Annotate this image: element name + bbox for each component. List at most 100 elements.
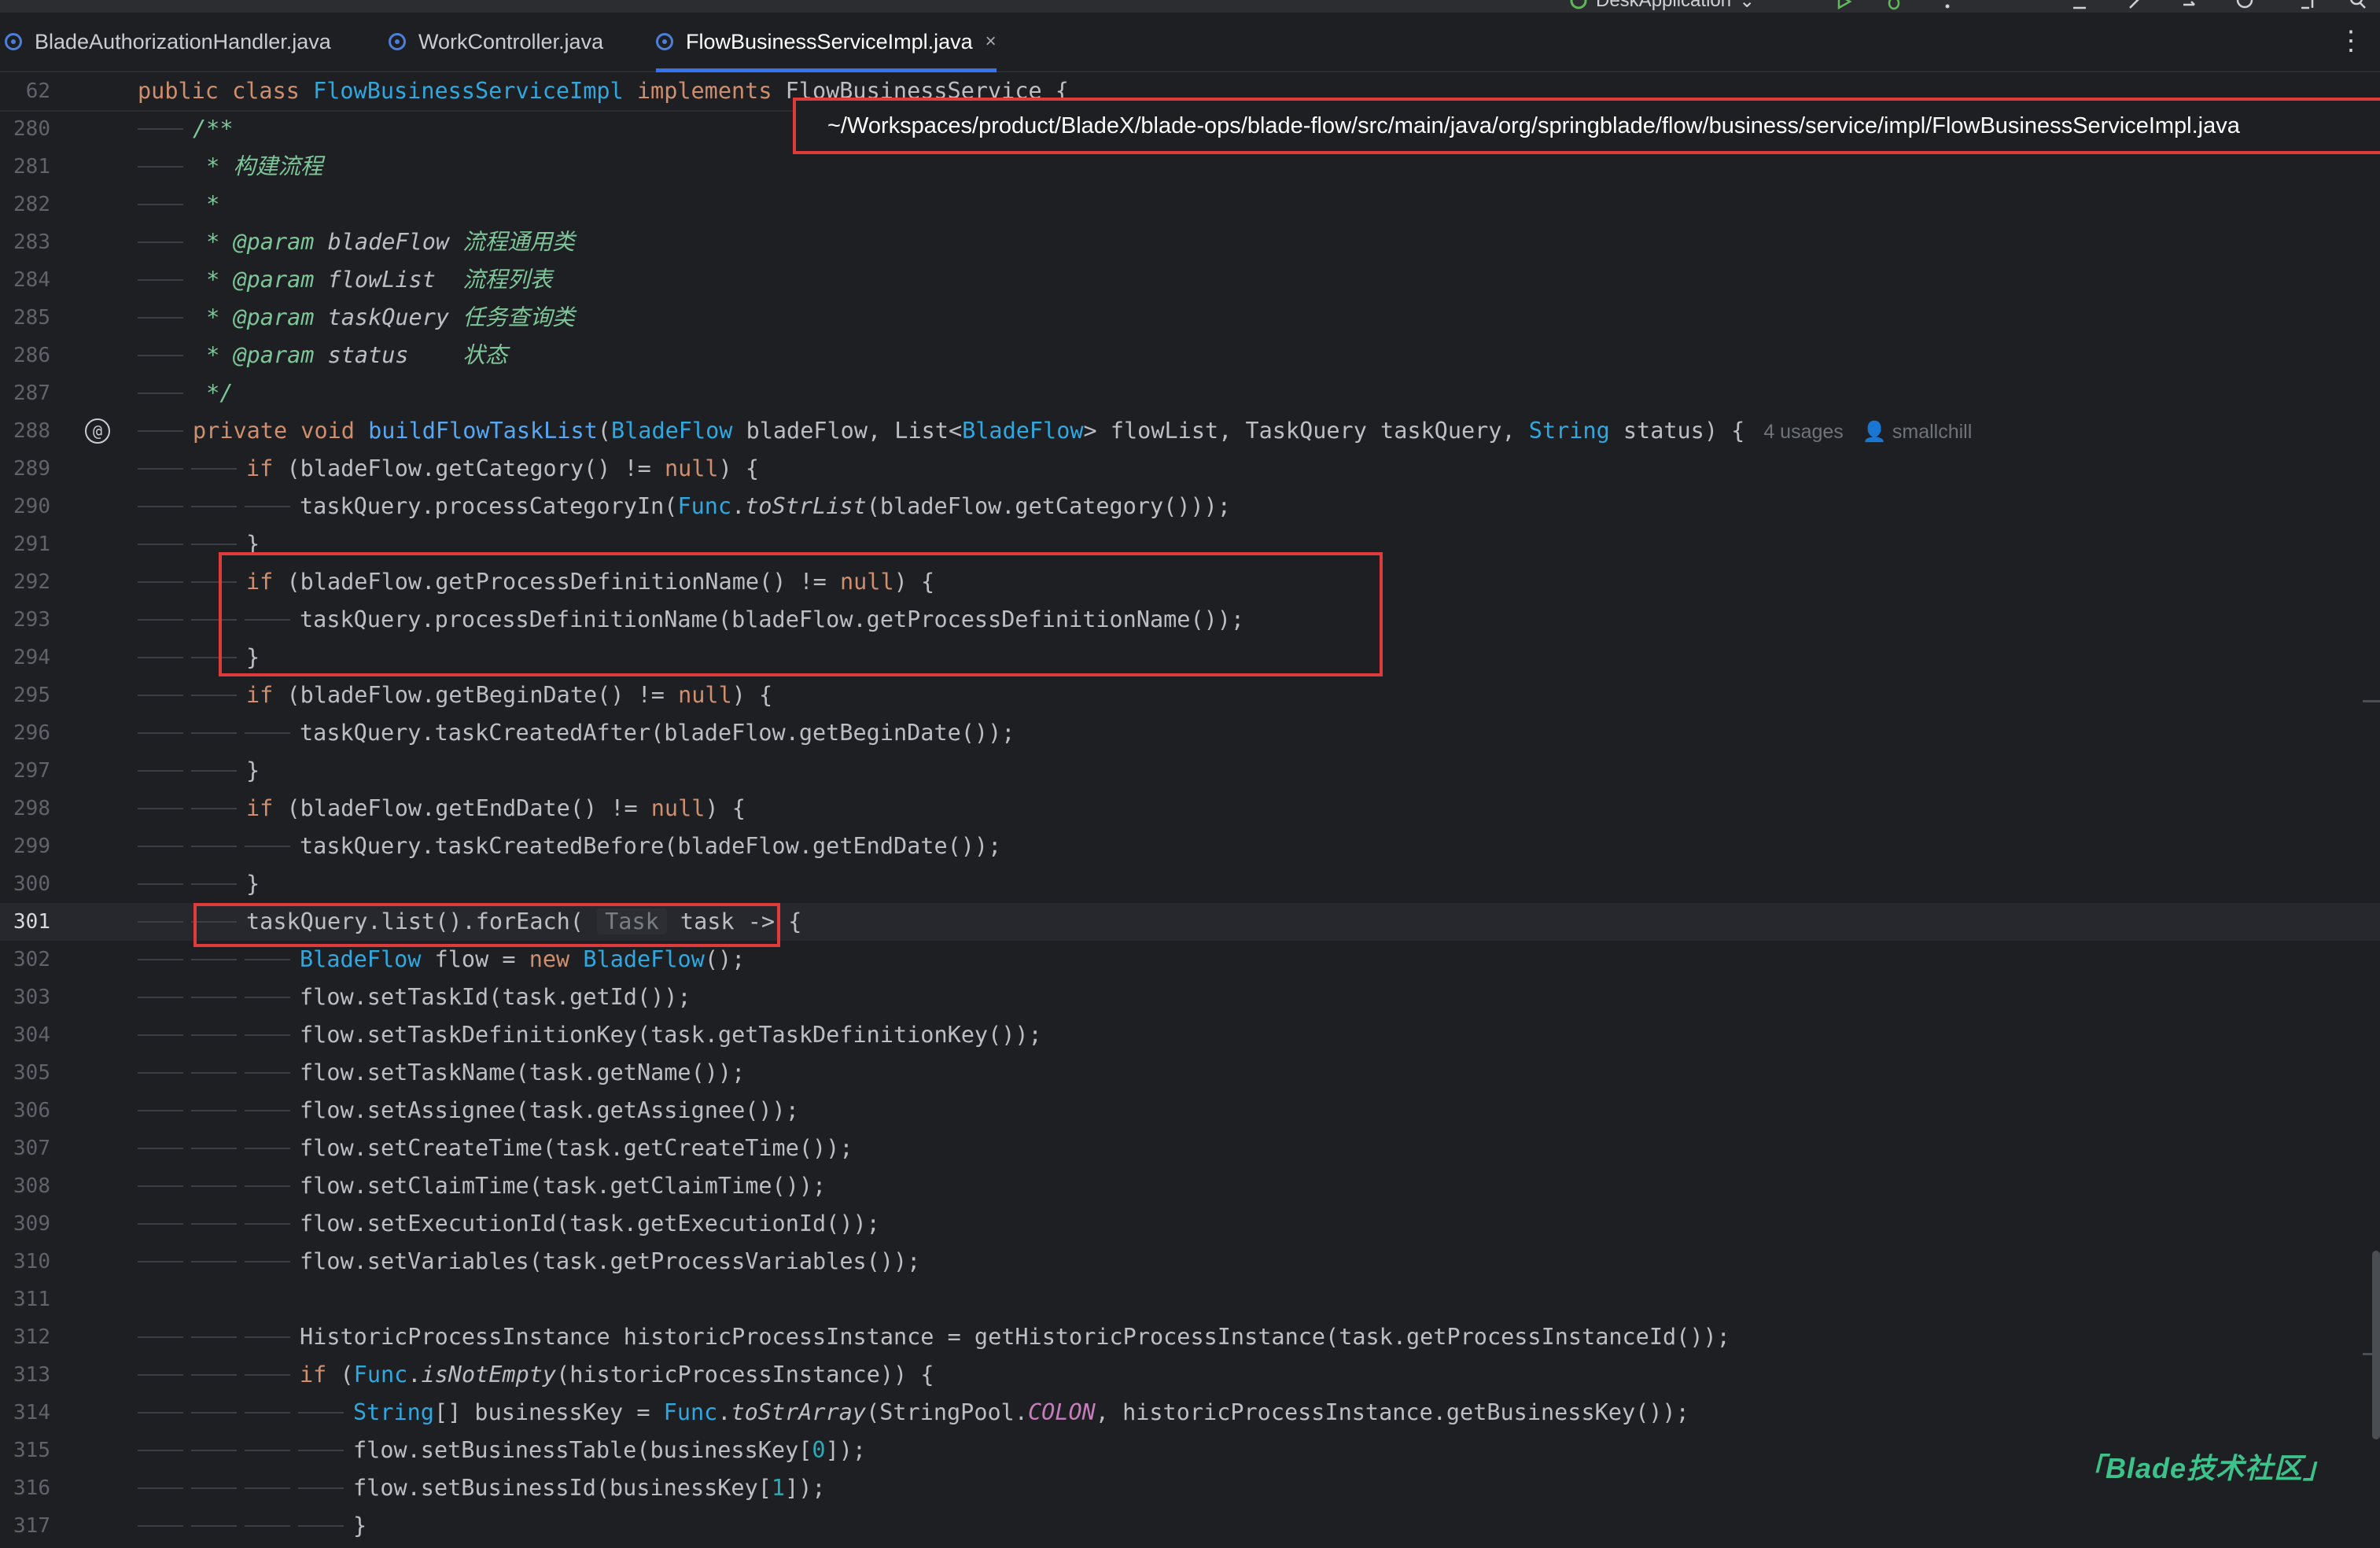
at-sign-gutter-icon[interactable]: @ [85,418,110,444]
code-text: if (Func.isNotEmpty(historicProcessInsta… [300,1362,934,1388]
code-line[interactable]: 296 taskQuery.taskCreatedAfter(bladeFlow.… [0,714,2380,752]
code-line[interactable]: 295 if (bladeFlow.getBeginDate() != null)… [0,676,2380,714]
vcs-commit-icon[interactable] [2124,0,2146,11]
tab-flow-business-service-impl[interactable]: FlowBusinessServiceImpl.java × [656,13,997,72]
vcs-update-icon[interactable] [2069,0,2091,11]
indent-guide [138,921,183,923]
tab-blade-authorization-handler[interactable]: BladeAuthorizationHandler.java [5,13,331,71]
line-number: 298 [13,797,50,820]
line-number: 304 [13,1023,50,1047]
more-actions-icon[interactable] [1936,0,1958,11]
code-line[interactable]: 313 if (Func.isNotEmpty(historicProcessIn… [0,1356,2380,1394]
code-line[interactable]: 317} [0,1507,2380,1545]
indent-guide [245,997,290,998]
indent-guide [191,695,237,696]
indent-guide [191,1223,237,1225]
code-line[interactable]: 314 String[] businessKey = Func.toStrArra… [0,1394,2380,1432]
code-line[interactable]: 289 if (bladeFlow.getCategory() != null) … [0,450,2380,488]
code-text: String[] businessKey = Func.toStrArray(S… [353,1399,1689,1425]
code-line[interactable]: 315 flow.setBusinessTable(businessKey[0])… [0,1432,2380,1469]
indent-guide [138,506,183,507]
code-text: * @param bladeFlow 流程通用类 [193,229,575,255]
code-line[interactable]: 308 flow.setClaimTime(task.getClaimTime()… [0,1167,2380,1205]
code-line[interactable]: 306 flow.setAssignee(task.getAssignee()); [0,1092,2380,1130]
file-path-tooltip: ~/Workspaces/product/BladeX/blade-ops/bl… [793,98,2380,154]
code-line[interactable]: 287 */ [0,374,2380,412]
code-line[interactable]: 309 flow.setExecutionId(task.getExecution… [0,1205,2380,1243]
line-number: 311 [13,1288,50,1311]
code-line[interactable]: 282 * [0,186,2380,223]
add-user-icon[interactable] [2297,0,2319,11]
code-line[interactable]: 297} [0,752,2380,790]
tab-work-controller[interactable]: WorkController.java [389,13,603,71]
indent-guide [245,1223,290,1225]
search-icon[interactable] [2348,0,2370,11]
line-number: 285 [13,306,50,330]
indent-guide [191,506,237,507]
indent-guide [138,1412,183,1413]
indent-guide [191,1487,237,1489]
vcs-push-icon[interactable] [2179,0,2201,11]
debug-icon[interactable] [1883,0,1905,11]
code-line[interactable]: 298 if (bladeFlow.getEndDate() != null) { [0,790,2380,827]
java-class-icon [389,33,406,50]
code-line[interactable]: 286 * @param status 状态 [0,337,2380,374]
indent-guide [191,883,237,885]
code-line[interactable]: 312 HistoricProcessInstance historicProce… [0,1318,2380,1356]
line-number: 290 [13,495,50,518]
indent-guide [245,1185,290,1187]
close-icon[interactable]: × [986,31,997,53]
java-class-icon [656,33,673,50]
code-line[interactable]: 311 [0,1281,2380,1318]
code-line[interactable]: 300} [0,865,2380,903]
line-number: 315 [13,1439,50,1462]
code-line[interactable]: 299 taskQuery.taskCreatedBefore(bladeFlow… [0,827,2380,865]
code-line[interactable]: 303 flow.setTaskId(task.getId()); [0,979,2380,1016]
indent-guide [245,1034,290,1036]
code-line[interactable]: 284 * @param flowList 流程列表 [0,261,2380,299]
indent-guide [138,770,183,772]
usages-inlay[interactable]: 4 usages [1763,421,1843,443]
line-number: 289 [13,457,50,481]
indent-guide [245,1261,290,1262]
code-line[interactable]: 283 * @param bladeFlow 流程通用类 [0,223,2380,261]
indent-guide [138,657,183,658]
indent-guide [191,770,237,772]
line-number: 302 [13,948,50,971]
indent-guide [138,204,183,205]
code-line[interactable]: 310 flow.setVariables(task.getProcessVari… [0,1243,2380,1281]
code-text: flow.setTaskDefinitionKey(task.getTaskDe… [300,1022,1042,1048]
chevron-down-icon: ⌄ [1739,0,1756,12]
code-line[interactable]: 288 private void buildFlowTaskList(BladeF… [0,412,2380,450]
indent-guide [298,1487,344,1489]
code-text: * @param status 状态 [193,342,508,368]
indent-guide [138,1034,183,1036]
line-number: 310 [13,1250,50,1273]
code-editor[interactable]: 62 public class FlowBusinessServiceImpl … [0,71,2380,1548]
line-number: 295 [13,684,50,707]
java-class-icon [5,33,22,50]
code-text: flow.setVariables(task.getProcessVariabl… [300,1248,921,1274]
indent-guide [138,317,183,319]
vertical-scrollbar[interactable] [2372,1251,2380,1439]
indent-guide [298,1525,344,1527]
run-icon[interactable] [1833,0,1855,11]
code-text: /** [193,116,234,142]
history-icon[interactable] [2234,0,2256,11]
run-configuration-selector[interactable]: DeskApplication ⌄ [1569,0,1756,12]
indent-guide [138,1374,183,1376]
line-number: 303 [13,986,50,1009]
watermark: Blade技术社区 [2076,1446,2332,1487]
code-text: private void buildFlowTaskList(BladeFlow… [193,418,1973,444]
line-number: 305 [13,1061,50,1085]
code-line[interactable]: 316 flow.setBusinessId(businessKey[1]); [0,1469,2380,1507]
code-line[interactable]: 307 flow.setCreateTime(task.getCreateTime… [0,1130,2380,1167]
code-line[interactable]: 290 taskQuery.processCategoryIn(Func.toSt… [0,488,2380,525]
code-line[interactable]: 305 flow.setTaskName(task.getName()); [0,1054,2380,1092]
more-tabs-icon[interactable]: ⋮ [2338,25,2364,57]
code-line[interactable]: 285 * @param taskQuery 任务查询类 [0,299,2380,337]
code-line[interactable]: 304 flow.setTaskDefinitionKey(task.getTas… [0,1016,2380,1054]
author-inlay[interactable]: 👤 smallchill [1862,421,1972,443]
tab-label: WorkController.java [418,29,604,53]
line-number: 312 [13,1325,50,1349]
